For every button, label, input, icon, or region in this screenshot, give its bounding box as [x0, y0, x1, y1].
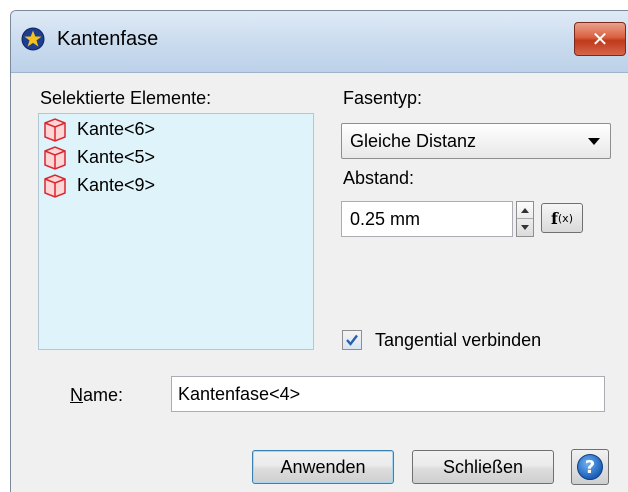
list-item[interactable]: Kante<5>	[39, 144, 155, 170]
dialog-body: Selektierte Elemente: Kante<6> Kante<5>	[11, 73, 628, 492]
chamfer-type-value: Gleiche Distanz	[350, 131, 477, 151]
function-icon: f	[551, 208, 558, 228]
checkmark-icon	[346, 334, 358, 346]
distance-label: Abstand:	[343, 168, 415, 188]
list-item-label: Kante<9>	[77, 174, 156, 195]
list-item[interactable]: Kante<9>	[39, 172, 155, 198]
title-bar[interactable]: Kantenfase ✕	[11, 11, 628, 73]
name-label: Name:	[70, 384, 123, 406]
dialog-window: Kantenfase ✕ Selektierte Elemente: Kante…	[10, 10, 628, 492]
list-item-label: Kante<5>	[77, 146, 156, 167]
function-icon-args: (x)	[557, 211, 573, 225]
formula-button[interactable]: f (x)	[541, 203, 583, 233]
help-icon: ?	[577, 454, 603, 480]
tangential-checkbox[interactable]	[342, 330, 362, 350]
app-logo-icon	[21, 27, 45, 51]
list-item[interactable]: Kante<6>	[39, 116, 155, 142]
chamfer-type-label: Fasentyp:	[343, 88, 423, 108]
spin-down-button[interactable]	[517, 219, 533, 236]
name-label-mnemonic: N	[70, 385, 83, 405]
close-button[interactable]: Schließen	[412, 450, 554, 484]
apply-button[interactable]: Anwenden	[252, 450, 394, 484]
arrow-up-icon	[521, 207, 529, 213]
close-window-button[interactable]: ✕	[574, 22, 626, 56]
list-item-label: Kante<6>	[77, 118, 156, 139]
distance-spinner[interactable]	[516, 201, 534, 237]
edge-cube-icon	[44, 146, 66, 170]
name-label-rest: ame:	[83, 385, 124, 405]
close-icon: ✕	[591, 27, 609, 51]
edge-cube-icon	[44, 174, 66, 198]
selected-elements-list[interactable]: Kante<6> Kante<5> Kante<9>	[38, 113, 314, 350]
arrow-down-icon	[521, 225, 529, 230]
distance-input[interactable]: 0.25 mm	[341, 201, 513, 237]
chamfer-type-dropdown[interactable]: Gleiche Distanz	[341, 123, 611, 159]
name-input[interactable]: Kantenfase<4>	[171, 376, 605, 412]
spin-up-button[interactable]	[517, 202, 533, 219]
tangential-label: Tangential verbinden	[375, 330, 542, 350]
selected-elements-label: Selektierte Elemente:	[40, 88, 212, 108]
window-title: Kantenfase	[57, 28, 159, 50]
dropdown-arrow-icon	[588, 138, 600, 145]
edge-cube-icon	[44, 118, 66, 142]
help-button[interactable]: ?	[571, 449, 609, 485]
